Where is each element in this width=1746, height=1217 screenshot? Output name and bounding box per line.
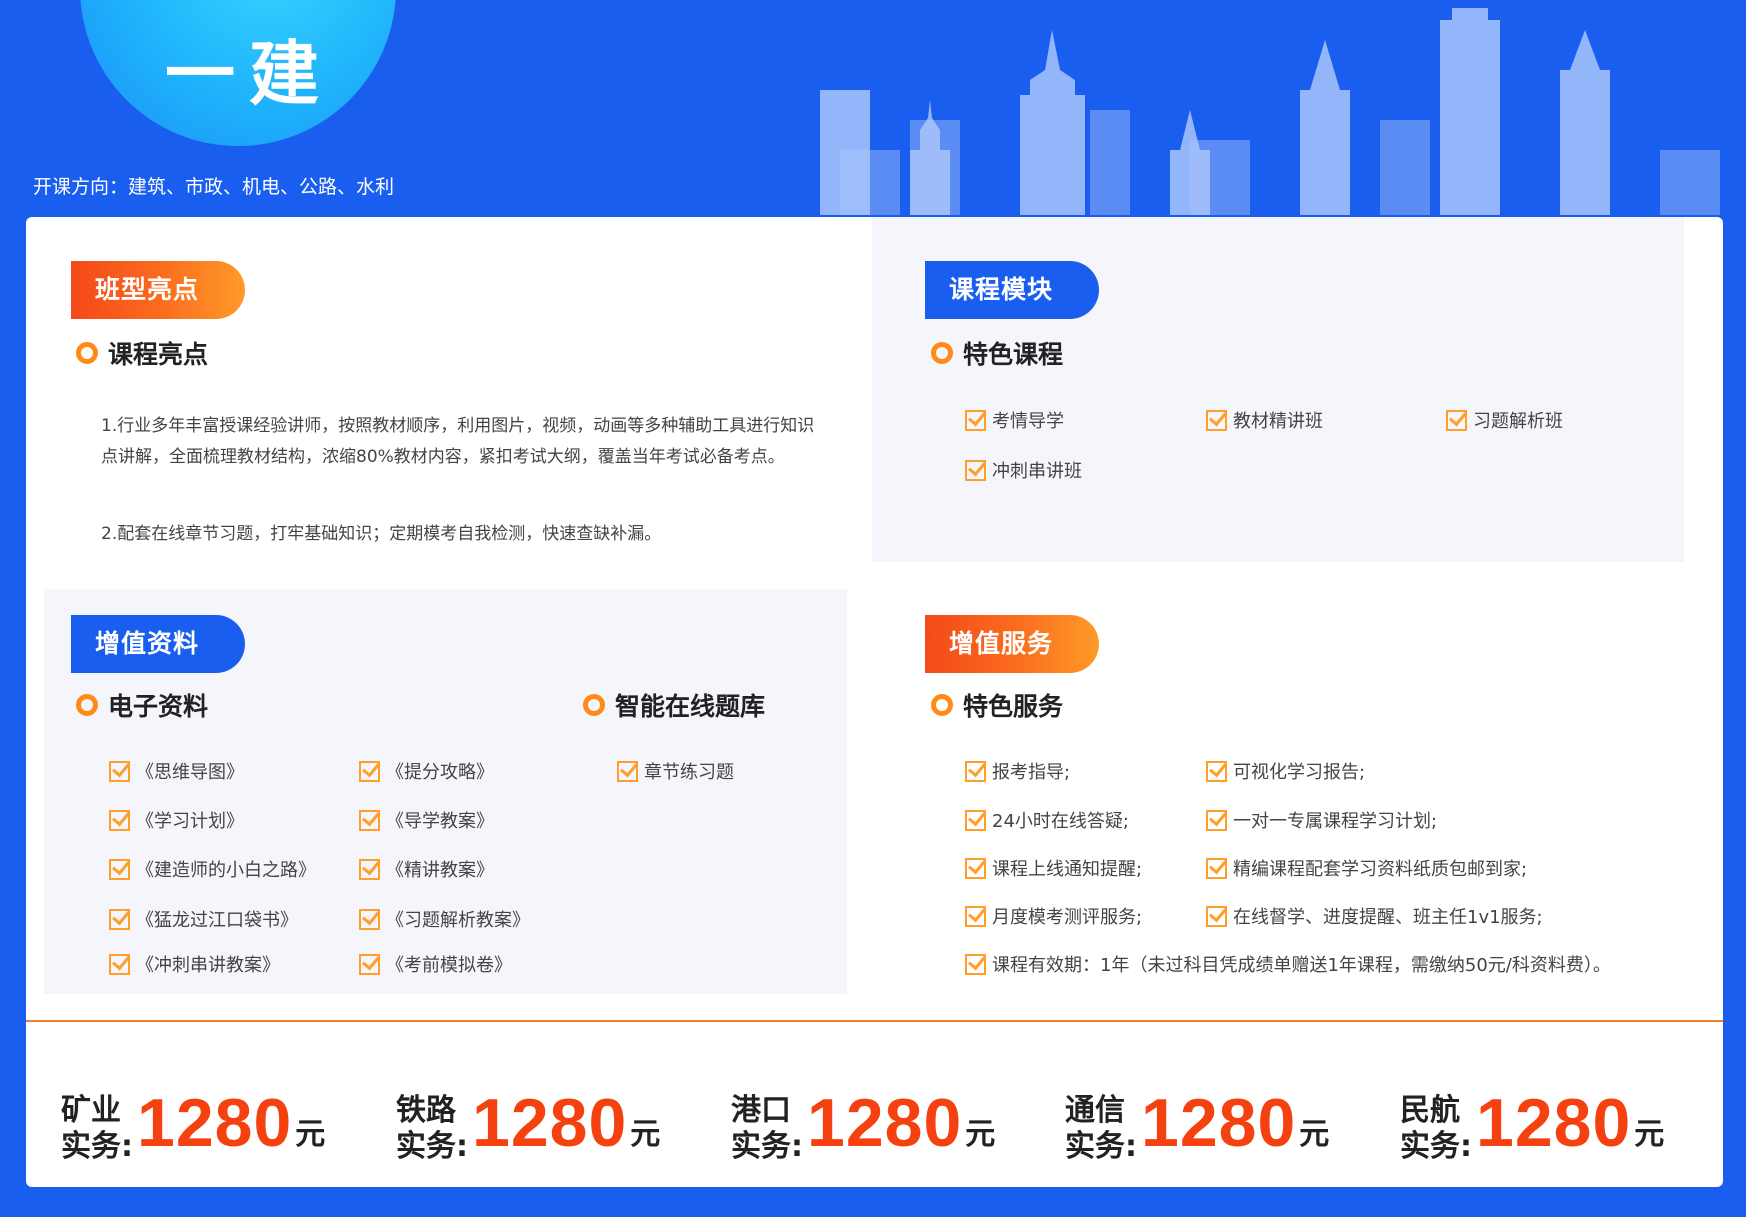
checkbox-icon [359, 760, 380, 782]
checkbox-icon [1206, 809, 1227, 831]
services-pill: 增值服务 [925, 615, 1099, 673]
checkbox-icon [359, 809, 380, 831]
module-item: 习题解析班 [1446, 407, 1563, 433]
service-item: 24小时在线答疑; [965, 807, 1129, 833]
header-banner: 一建 开课方向：建筑、市政、机电、公路、水利 [0, 0, 1746, 215]
ring-bullet-icon [931, 694, 953, 716]
material-item: 《建造师的小白之路》 [109, 856, 316, 882]
service-item: 课程上线通知提醒; [965, 855, 1142, 881]
checkbox-icon [1446, 409, 1467, 431]
checkbox-icon [1206, 905, 1227, 927]
service-item: 可视化学习报告; [1206, 758, 1365, 784]
price-item: 铁路 实务: 1280 元 [396, 1085, 661, 1164]
material-item: 《猛龙过江口袋书》 [109, 906, 298, 932]
checkbox-icon [1206, 857, 1227, 879]
course-directions: 开课方向：建筑、市政、机电、公路、水利 [33, 176, 395, 198]
price-item: 港口 实务: 1280 元 [731, 1085, 996, 1164]
checkbox-icon [965, 953, 986, 975]
price-amount: 1280 [1141, 1085, 1297, 1161]
price-amount: 1280 [137, 1085, 293, 1161]
city-skyline-illustration [820, 8, 1720, 215]
modules-pill: 课程模块 [925, 261, 1099, 319]
price-item: 通信 实务: 1280 元 [1065, 1085, 1330, 1164]
price-divider [26, 1020, 1723, 1022]
modules-heading: 特色课程 [931, 335, 1063, 371]
service-item: 一对一专属课程学习计划; [1206, 807, 1437, 833]
services-heading: 特色服务 [931, 687, 1063, 723]
price-amount: 1280 [472, 1085, 628, 1161]
price-item: 民航 实务: 1280 元 [1400, 1085, 1665, 1164]
materials-heading: 电子资料 [76, 687, 208, 723]
price-amount: 1280 [807, 1085, 963, 1161]
material-item: 《导学教案》 [359, 807, 494, 833]
checkbox-icon [109, 953, 130, 975]
material-item: 《冲刺串讲教案》 [109, 951, 280, 977]
price-amount: 1280 [1476, 1085, 1632, 1161]
checkbox-icon [109, 809, 130, 831]
checkbox-icon [1206, 409, 1227, 431]
materials-pill: 增值资料 [71, 615, 245, 673]
service-item: 月度模考测评服务; [965, 903, 1142, 929]
material-item: 《提分攻略》 [359, 758, 494, 784]
material-item: 《精讲教案》 [359, 856, 494, 882]
checkbox-icon [359, 858, 380, 880]
service-item: 报考指导; [965, 758, 1070, 784]
ring-bullet-icon [931, 342, 953, 364]
ring-bullet-icon [76, 342, 98, 364]
module-item: 冲刺串讲班 [965, 457, 1082, 483]
service-validity: 课程有效期：1年（未过科目凭成绩单赠送1年课程，需缴纳50元/科资料费）。 [965, 951, 1611, 977]
highlights-paragraph-2: 2.配套在线章节习题，打牢基础知识；定期模考自我检测，快速查缺补漏。 [101, 524, 662, 544]
module-item: 教材精讲班 [1206, 407, 1323, 433]
highlights-pill: 班型亮点 [71, 261, 245, 319]
checkbox-icon [1206, 760, 1227, 782]
material-item: 《思维导图》 [109, 758, 244, 784]
checkbox-icon [965, 905, 986, 927]
checkbox-icon [109, 760, 130, 782]
question-bank-heading: 智能在线题库 [583, 687, 765, 723]
highlights-heading: 课程亮点 [76, 335, 208, 371]
page-title: 一建 [165, 33, 333, 115]
checkbox-icon [359, 908, 380, 930]
checkbox-icon [965, 459, 986, 481]
question-bank-item: 章节练习题 [617, 758, 734, 784]
checkbox-icon [965, 857, 986, 879]
highlights-paragraph-1: 1.行业多年丰富授课经验讲师，按照教材顺序，利用图片，视频，动画等多种辅助工具进… [101, 416, 815, 467]
checkbox-icon [965, 760, 986, 782]
material-item: 《学习计划》 [109, 807, 244, 833]
checkbox-icon [965, 809, 986, 831]
checkbox-icon [617, 760, 638, 782]
material-item: 《考前模拟卷》 [359, 951, 512, 977]
checkbox-icon [965, 409, 986, 431]
price-item: 矿业 实务: 1280 元 [61, 1085, 326, 1164]
course-card: 班型亮点 课程亮点 1.行业多年丰富授课经验讲师，按照教材顺序，利用图片，视频，… [26, 217, 1723, 1187]
checkbox-icon [109, 858, 130, 880]
checkbox-icon [359, 953, 380, 975]
ring-bullet-icon [583, 694, 605, 716]
module-item: 考情导学 [965, 407, 1064, 433]
service-item: 在线督学、进度提醒、班主任1v1服务; [1206, 903, 1543, 929]
checkbox-icon [109, 908, 130, 930]
ring-bullet-icon [76, 694, 98, 716]
material-item: 《习题解析教案》 [359, 906, 530, 932]
service-item: 精编课程配套学习资料纸质包邮到家; [1206, 855, 1527, 881]
